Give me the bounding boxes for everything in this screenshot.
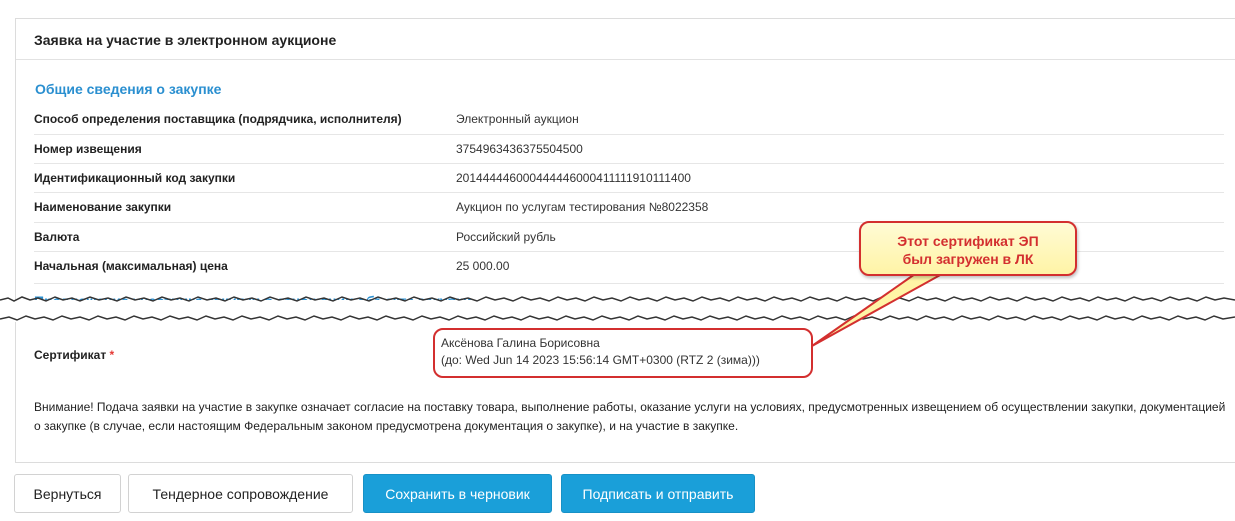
sign-and-send-button[interactable]: Подписать и отправить [561,474,755,513]
card-bottom-border [15,462,1235,463]
certificate-label: Сертификат * [34,348,114,362]
info-row-label: Идентификационный код закупки [34,171,236,185]
required-mark: * [109,348,115,362]
info-row-label: Начальная (максимальная) цена [34,259,228,273]
torn-edge-separator [0,296,1235,322]
info-row-value: 201444446000444446000411111910111400 [456,171,691,185]
info-row: Способ определения поставщика (подрядчик… [34,112,1224,132]
save-draft-button[interactable]: Сохранить в черновик [363,474,552,513]
info-row-value: 3754963436375504500 [456,142,583,156]
info-row-value: Российский рубль [456,230,556,244]
action-bar: Вернуться Тендерное сопровождение Сохран… [0,474,1235,514]
card-header: Заявка на участие в электронном аукционе [16,19,1235,60]
callout-line-1: Этот сертификат ЭП [897,233,1039,249]
row-divider [34,192,1224,193]
info-row-value: Электронный аукцион [456,112,579,126]
info-row-label: Валюта [34,230,80,244]
info-row-label: Наименование закупки [34,200,172,214]
certificate-highlight-frame [433,328,813,378]
info-row: Наименование закупки Аукцион по услугам … [34,200,1224,220]
general-section-title: Общие сведения о закупке [35,81,222,97]
info-row-label: Номер извещения [34,142,142,156]
row-divider [34,134,1224,135]
warning-text: Внимание! Подача заявки на участие в зак… [34,400,1226,433]
annotation-callout: Этот сертификат ЭП был загружен в ЛК [859,221,1077,276]
row-divider [34,163,1224,164]
card-title: Заявка на участие в электронном аукционе [34,32,337,48]
info-row-value: 25 000.00 [456,259,510,273]
info-row: Идентификационный код закупки 2014444460… [34,171,1224,191]
row-divider [34,283,1224,284]
certificate-label-text: Сертификат [34,348,107,362]
info-row-value: Аукцион по услугам тестирования №8022358 [456,200,709,214]
info-row: Номер извещения 3754963436375504500 [34,142,1224,162]
tender-support-button[interactable]: Тендерное сопровождение [128,474,353,513]
info-row-label: Способ определения поставщика (подрядчик… [34,112,402,126]
back-button[interactable]: Вернуться [14,474,121,513]
callout-line-2: был загружен в ЛК [902,251,1034,267]
